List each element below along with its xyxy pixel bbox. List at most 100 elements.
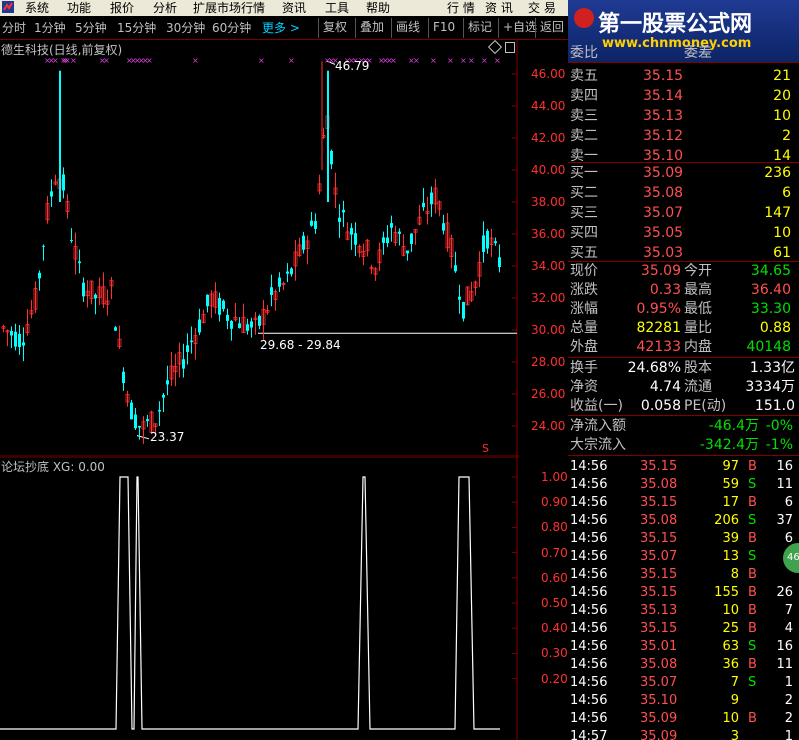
trade-volume: 13 [722,549,739,564]
candle-body [238,323,241,329]
candle-body [430,192,433,205]
trade-row: 14:56 35.09 10 B 2 [568,710,799,728]
trade-count: 1 [784,675,793,690]
period-5min[interactable]: 5分钟 [75,19,107,37]
trade-volume: 206 [714,513,739,528]
stat-label: 量比 [684,320,712,336]
trade-time: 14:56 [570,567,608,582]
menu-news[interactable]: 资讯 [282,0,306,16]
y-tick-label: 28.00 [531,355,566,369]
divider [568,357,799,358]
signal-x-mark: × [481,56,488,65]
menu-quote[interactable]: 报价 [110,0,134,16]
candle-body [462,302,465,319]
more-periods-button[interactable]: 更多 > [262,19,300,37]
adjust-button[interactable]: 复权 [318,18,347,38]
tab-trade[interactable]: 交 易 [528,0,556,16]
trade-time: 14:56 [570,621,608,636]
divider [568,162,799,163]
period-60min[interactable]: 60分钟 [212,19,251,37]
quote-panel: 委比 委差 卖五 35.15 21 卖四 35.14 20 卖三 35.13 10 卖二 35.12 2 卖… [568,40,799,740]
ask-volume: 2 [782,128,791,144]
trade-time: 14:56 [570,711,608,726]
trade-volume: 9 [730,693,739,708]
period-1min[interactable]: 1分钟 [34,19,66,37]
trade-price: 35.09 [640,729,678,740]
trade-price: 35.01 [640,639,678,654]
bid-price: 35.05 [643,225,684,241]
stat-value: 33.30 [750,301,791,317]
trade-side: S [748,675,757,690]
trade-volume: 63 [722,639,739,654]
trade-volume: 17 [722,495,739,510]
stat-label: 外盘 [570,339,598,355]
mark-button[interactable]: 标记 [463,18,492,38]
trade-row: 14:56 35.08 59 S 11 [568,476,799,494]
trade-row: 14:56 35.15 155 B 26 [568,584,799,602]
menu-tools[interactable]: 工具 [325,0,349,16]
period-30min[interactable]: 30分钟 [166,19,205,37]
stat-row: 涨跌 0.33 最高 36.40 [568,281,799,299]
trade-count: 1 [784,729,793,740]
y-tick-label: 0.60 [541,570,568,585]
signal-x-mark: × [430,56,437,65]
trade-price: 35.07 [640,675,678,690]
back-button[interactable]: 返回 [535,18,564,38]
high-label: 46.79 [335,59,370,73]
candle-body [246,324,249,331]
signal-x-mark: × [460,56,467,65]
trade-count: 37 [776,513,793,528]
menu-extended-market[interactable]: 扩展市场行情 [193,0,265,16]
ask-row: 卖三 35.13 10 [568,107,799,125]
fundamental-row: 收益(一) 0.058 PE(动) 151.0 [568,397,799,415]
stat-label: 现价 [570,263,598,279]
ask-volume: 10 [773,108,791,124]
candle-body [206,294,209,307]
stat-row: 总量 82281 量比 0.88 [568,319,799,337]
overlay-button[interactable]: 叠加 [355,18,384,38]
low-label: 23.37 [150,430,185,444]
trade-row: 14:56 35.15 25 B 4 [568,620,799,638]
menu-help[interactable]: 帮助 [366,0,390,16]
add-watchlist-button[interactable]: +自选 [498,18,537,38]
candle-body [230,321,233,329]
trade-side: S [748,513,757,528]
f10-button[interactable]: F10 [428,18,455,38]
flow-value: -342.4万 [699,437,759,453]
candle-body [290,268,293,275]
bid-volume: 6 [782,185,791,201]
indicator-chart[interactable]: 论坛抄底 XG: 0.00 1.00 0.90 0.80 0.70 0.60 0.50 0.… [0,457,568,740]
menu-system[interactable]: 系统 [25,0,49,16]
y-tick-label: 46.00 [531,67,566,81]
candle-body [158,409,161,412]
trade-time: 14:56 [570,693,608,708]
trade-side: S [748,639,757,654]
indicator-svg [0,457,519,740]
candle-body [10,330,13,336]
draw-line-button[interactable]: 画线 [391,18,420,38]
candle-body [442,223,445,231]
fund-value: 0.058 [640,398,681,414]
menu-function[interactable]: 功能 [67,0,91,16]
period-15min[interactable]: 15分钟 [117,19,156,37]
candle-body [62,174,65,191]
stat-value: 0.33 [649,282,681,298]
window-icon[interactable] [505,42,515,53]
candle-body [310,220,313,226]
candle-body [38,272,41,279]
tab-info[interactable]: 资 讯 [485,0,513,16]
tab-market[interactable]: 行 情 [447,0,475,16]
stat-label: 涨跌 [570,282,598,298]
app-logo-icon[interactable] [1,0,15,16]
kline-chart[interactable]: × × × × × × × × × × × × × × × × × × × × × × × × × × × × × × × × × × × × × × × … [0,39,565,457]
ask-price: 35.14 [643,88,684,104]
bid-volume: 61 [773,245,791,261]
y-tick-label: 26.00 [531,387,566,401]
menu-analysis[interactable]: 分析 [153,0,177,16]
trade-side: B [748,603,757,618]
bid-row: 买一 35.09 236 [568,164,799,182]
bid-price: 35.03 [643,245,684,261]
period-intraday[interactable]: 分时 [2,19,26,37]
y-tick-label: 24.00 [531,419,566,433]
trade-count: 6 [784,495,793,510]
